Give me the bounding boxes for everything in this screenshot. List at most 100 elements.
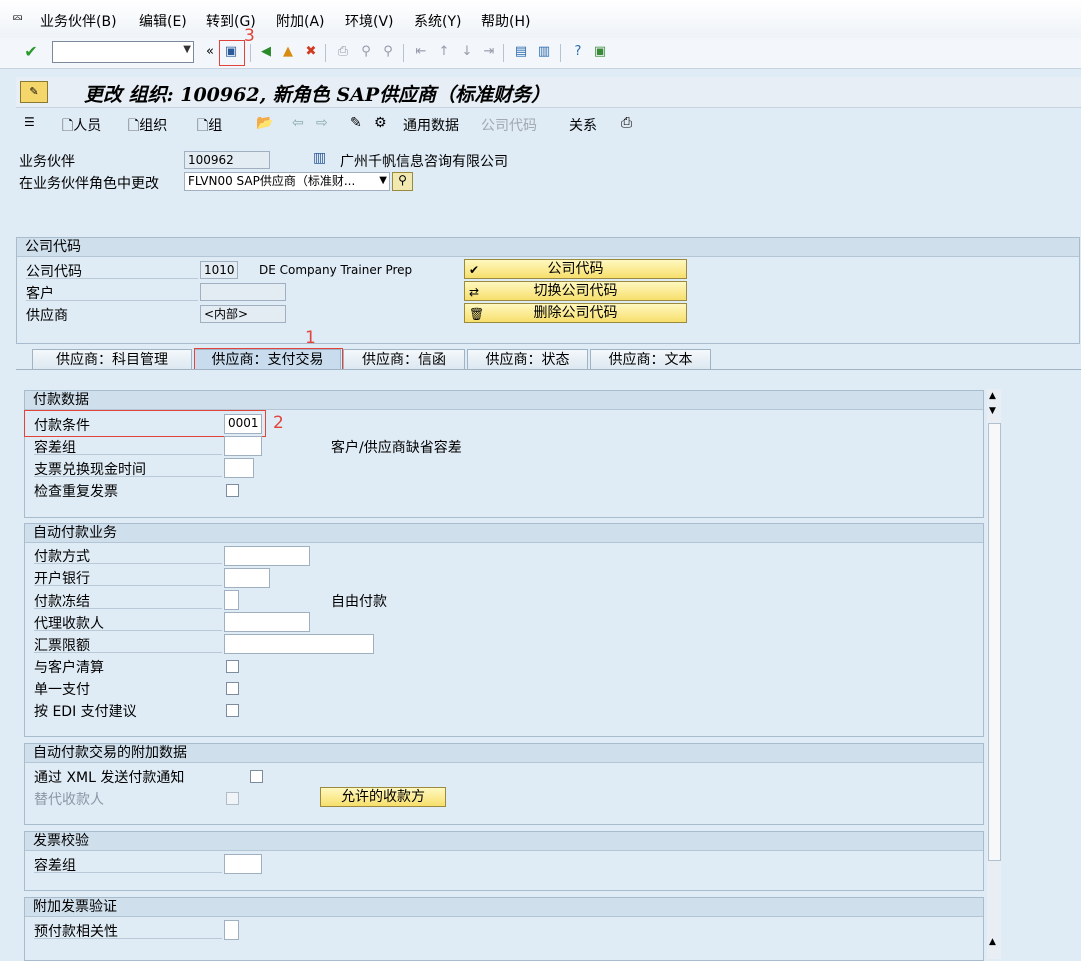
auto-payment-title: 自动付款业务 — [25, 524, 983, 543]
company-code-toolbar-button[interactable]: 公司代码 — [481, 115, 537, 135]
permitted-payees-button[interactable]: 允许的收款方 — [320, 787, 446, 807]
list-icon[interactable]: ☰ — [24, 115, 35, 129]
chevron-down-icon[interactable]: ▼ — [183, 44, 191, 55]
double-invoice-checkbox[interactable] — [226, 484, 239, 497]
menu-extras[interactable]: 附加(A) — [276, 11, 325, 31]
bill-limit-field[interactable] — [224, 634, 374, 654]
title-bar: ✎ 更改 组织: 100962, 新角色 SAP供应商（标准财务） — [16, 77, 1081, 108]
collapse-icon[interactable]: « — [201, 43, 219, 61]
hierarchy-icon[interactable]: ⚙ — [374, 115, 387, 131]
switch-display-change-icon[interactable]: ✎ — [350, 115, 362, 131]
application-toolbar: ☰ 🗋人员 🗋组织 🗋组 📂 ⇦ ⇨ ✎ ⚙ 通用数据 公司代码 关系 ⎙ — [16, 110, 1081, 138]
org-button[interactable]: 🗋组织 — [128, 115, 167, 139]
find-icon[interactable]: ⚲ — [357, 43, 375, 61]
clear-with-customer-checkbox[interactable] — [226, 660, 239, 673]
menu-system[interactable]: 系统(Y) — [414, 11, 461, 31]
clear-with-customer-label: 与客户清算 — [34, 660, 104, 676]
enter-check-icon[interactable]: ✔ — [22, 43, 40, 61]
chevron-down-icon[interactable]: ▼ — [379, 173, 387, 189]
shortcut-icon[interactable]: ▥ — [535, 43, 553, 61]
print-icon[interactable]: ⎙ — [334, 43, 352, 61]
command-field[interactable]: ▼ — [52, 41, 194, 63]
highlight-save — [219, 40, 245, 66]
vendor-field[interactable]: <内部> — [200, 305, 286, 323]
organization-icon: ▥ — [313, 150, 327, 166]
menu-help[interactable]: 帮助(H) — [481, 11, 530, 31]
cancel-icon[interactable]: ✖ — [302, 43, 320, 61]
role-search-icon[interactable]: ⚲ — [392, 172, 413, 191]
invoice-tolerance-field[interactable] — [224, 854, 262, 874]
open-folder-icon[interactable]: 📂 — [256, 115, 273, 131]
new-session-icon[interactable]: ▤ — [512, 43, 530, 61]
payment-block-field[interactable] — [224, 590, 239, 610]
role-select-value: FLVN00 SAP供应商（标准财... — [188, 174, 356, 188]
edi-payment-label: 按 EDI 支付建议 — [34, 704, 137, 720]
tolerance-group-desc: 客户/供应商缺省容差 — [331, 440, 462, 456]
auto-extra-title: 自动付款交易的附加数据 — [25, 744, 983, 763]
tab-text[interactable]: 供应商：文本 — [590, 349, 711, 369]
menu-edit[interactable]: 编辑(E) — [139, 11, 187, 31]
menu-icon[interactable]: ⮹ — [12, 11, 23, 27]
help-icon[interactable]: ? — [569, 43, 587, 61]
edi-payment-checkbox[interactable] — [226, 704, 239, 717]
group-button[interactable]: 🗋组 — [197, 115, 222, 139]
switch-company-code-button[interactable]: ⇄ 切换公司代码 — [464, 281, 687, 301]
menu-environment[interactable]: 环境(V) — [345, 11, 394, 31]
tab-correspondence[interactable]: 供应商：信函 — [343, 349, 465, 369]
cc-name: DE Company Trainer Prep — [259, 263, 413, 277]
next-icon[interactable]: ⇨ — [316, 115, 328, 131]
extra-invoice-group: 附加发票验证 — [24, 897, 984, 961]
person-button[interactable]: 🗋人员 — [62, 115, 101, 139]
menu-bar: ⮹ 业务伙伴(B) 编辑(E) 转到(G) 附加(A) 环境(V) 系统(Y) … — [0, 0, 1081, 39]
find-next-icon[interactable]: ⚲ — [379, 43, 397, 61]
xml-advice-checkbox[interactable] — [250, 770, 263, 783]
vendor-label: 供应商 — [26, 308, 68, 324]
annotation-1: 1 — [305, 328, 316, 348]
role-select[interactable]: FLVN00 SAP供应商（标准财... ▼ — [184, 172, 390, 191]
tab-status[interactable]: 供应商：状态 — [467, 349, 588, 369]
menu-partner[interactable]: 业务伙伴(B) — [40, 11, 117, 31]
extra-invoice-title: 附加发票验证 — [25, 898, 983, 917]
scroll-up-icon[interactable]: ▼ — [989, 406, 996, 416]
bp-number-field[interactable]: 100962 — [184, 151, 270, 169]
payment-block-desc: 自由付款 — [331, 594, 387, 610]
payment-data-title: 付款数据 — [25, 391, 983, 410]
customer-field[interactable] — [200, 283, 286, 301]
individual-payment-checkbox[interactable] — [226, 682, 239, 695]
back-icon[interactable]: ◀ — [257, 43, 275, 61]
last-page-icon[interactable]: ⇥ — [480, 43, 498, 61]
exit-icon[interactable]: ▲ — [279, 43, 297, 61]
invoice-check-title: 发票校验 — [25, 832, 983, 851]
bp-name: 广州千帆信息咨询有限公司 — [340, 154, 508, 170]
document-icon: 🗋 — [62, 118, 74, 134]
role-label: 在业务伙伴角色中更改 — [19, 176, 159, 192]
payment-method-field[interactable] — [224, 546, 310, 566]
alt-payee-field[interactable] — [224, 612, 310, 632]
prev-page-icon[interactable]: ↑ — [435, 43, 453, 61]
scroll-bottom-icon[interactable]: ▲ — [989, 937, 996, 947]
general-data-button[interactable]: 通用数据 — [403, 115, 459, 135]
prev-icon[interactable]: ⇦ — [292, 115, 304, 131]
scroll-top-icon[interactable]: ▲ — [989, 391, 996, 401]
company-code-button[interactable]: ✔ 公司代码 — [464, 259, 687, 279]
annotation-2: 2 — [273, 413, 284, 433]
scrollbar-thumb[interactable] — [988, 423, 1001, 861]
tolerance-group-field[interactable] — [224, 436, 262, 456]
print-preview-icon[interactable]: ⎙ — [621, 115, 632, 131]
relations-button[interactable]: 关系 — [569, 115, 597, 135]
first-page-icon[interactable]: ⇤ — [412, 43, 430, 61]
double-invoice-label: 检查重复发票 — [34, 484, 118, 500]
delete-company-code-button[interactable]: 🗑 删除公司代码 — [464, 303, 687, 323]
layout-menu-icon[interactable]: ▣ — [591, 43, 609, 61]
house-bank-field[interactable] — [224, 568, 270, 588]
cheque-cashing-field[interactable] — [224, 458, 254, 478]
company-code-group-title: 公司代码 — [17, 238, 1079, 257]
tab-account-management[interactable]: 供应商：科目管理 — [32, 349, 192, 369]
next-page-icon[interactable]: ↓ — [458, 43, 476, 61]
cc-field[interactable]: 1010 — [200, 261, 238, 279]
document-icon: 🗋 — [197, 118, 209, 134]
prepayment-field[interactable] — [224, 920, 239, 940]
alt-recipient-checkbox[interactable] — [226, 792, 239, 805]
xml-advice-label: 通过 XML 发送付款通知 — [34, 770, 185, 786]
vertical-scrollbar[interactable]: ▲ ▼ ▲ — [987, 389, 1001, 959]
